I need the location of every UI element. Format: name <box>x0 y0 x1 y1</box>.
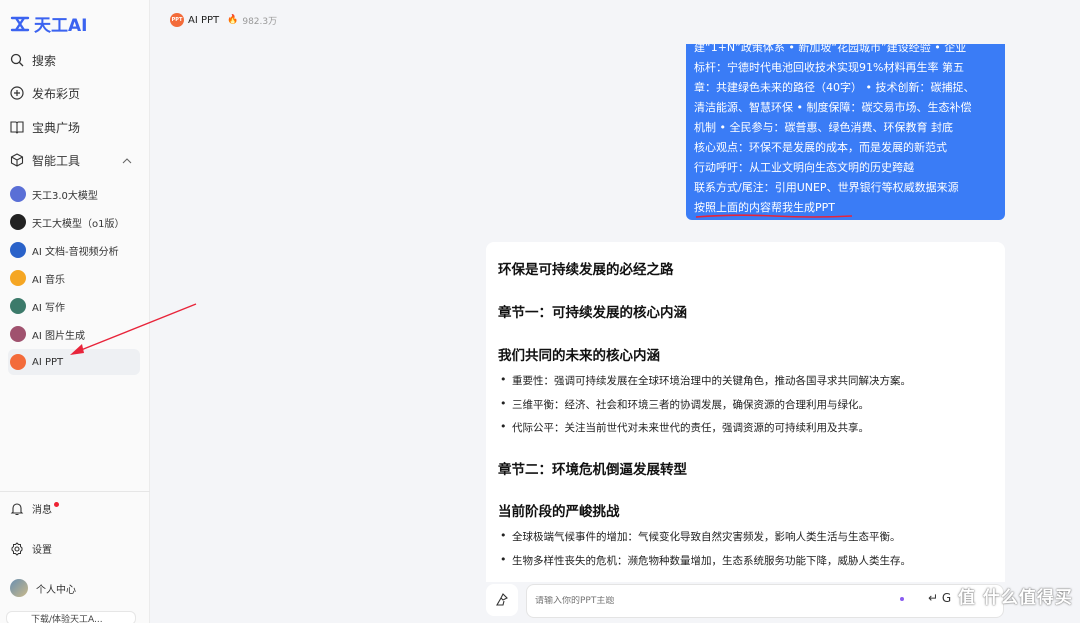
usage-count: 982.3万 <box>242 16 278 27</box>
tool-label: AI PPT <box>32 356 64 368</box>
bubble-line: 行动呼吁：从工业文明向生态文明的历史跨越 <box>694 161 914 174</box>
nav-library[interactable]: 宝典广场 <box>10 116 80 138</box>
doc-analysis-icon <box>10 242 26 258</box>
app-logo[interactable]: 天工AI <box>10 11 87 36</box>
tool-label: 天工大模型（o1版） <box>32 218 125 230</box>
plus-circle-icon <box>10 86 24 100</box>
fire-icon: 🔥 <box>227 15 239 25</box>
red-underline-annotation <box>695 214 853 218</box>
red-arrow-annotation <box>70 303 197 355</box>
download-banner-text: 下载/体验天工A... <box>31 615 103 623</box>
tiangong-logo-icon <box>10 16 30 31</box>
list-item: 生物多样性丧失的危机：濒危物种数量增加，生态系统服务功能下降，威胁人类生存。 <box>500 553 911 568</box>
nav-search[interactable]: 搜索 <box>10 49 56 71</box>
list-item: 三维平衡：经济、社会和环境三者的协调发展，确保资源的合理利用与绿化。 <box>500 397 869 412</box>
watermark-logo: 值 什么值得买 <box>958 588 1073 608</box>
nav-tools[interactable]: 智能工具 <box>10 149 80 171</box>
tool-tiangong-3[interactable]: 天工3.0大模型 <box>8 181 140 207</box>
bubble-line: 标杆：宁德时代电池回收技术实现91%材料再生率 第五 <box>694 61 964 74</box>
nav-settings-label: 设置 <box>32 545 52 556</box>
brush-icon <box>496 593 508 606</box>
tool-label: AI 文档-音视频分析 <box>32 246 119 258</box>
ai-ppt-icon <box>10 354 26 370</box>
bell-icon <box>10 502 24 515</box>
book-icon <box>10 121 24 134</box>
unread-dot <box>54 502 59 507</box>
nav-search-label: 搜索 <box>32 53 57 68</box>
cube-icon <box>10 153 24 167</box>
bubble-line: 联系方式/尾注：引用UNEP、世界银行等权威数据来源 <box>694 181 959 194</box>
ppt-logo-icon: PPT <box>170 13 184 27</box>
music-icon <box>10 270 26 286</box>
ai-answer-card: 环保是可持续发展的必经之路 章节一：可持续发展的核心内涵 我们共同的未来的核心内… <box>486 242 1005 582</box>
tool-tiangong-o1[interactable]: 天工大模型（o1版） <box>8 209 140 235</box>
nav-messages[interactable]: 消息 <box>10 501 52 516</box>
bubble-line: 核心观点：环保不是发展的成本，而是发展的新范式 <box>694 141 947 154</box>
avatar <box>10 579 28 597</box>
sidebar-divider <box>0 491 150 492</box>
answer-title: 环保是可持续发展的必经之路 <box>498 262 674 278</box>
chevron-up-icon[interactable] <box>122 156 132 166</box>
prompt-bar: ↵ G <box>486 582 1005 618</box>
nav-library-label: 宝典广场 <box>32 120 81 135</box>
tool-label: 天工3.0大模型 <box>32 190 98 202</box>
section-heading: 章节一：可持续发展的核心内涵 <box>498 305 687 321</box>
clear-context-button[interactable] <box>486 584 518 616</box>
tiangong-o1-icon <box>10 214 26 230</box>
prompt-input[interactable] <box>535 596 875 606</box>
list-item: 重要性：强调可持续发展在全球环境治理中的关键角色，推动各国寻求共同解决方案。 <box>500 373 911 388</box>
writing-icon <box>10 298 26 314</box>
nav-publish[interactable]: 发布彩页 <box>10 82 80 104</box>
download-banner[interactable]: 下载/体验天工A... <box>6 611 136 623</box>
page-header: PPT AI PPT 🔥 982.3万 <box>170 13 277 27</box>
bubble-line: 建“1+N”政策体系 • 新加坡“花园城市”建设经验 • 企业 <box>694 44 967 54</box>
tool-doc-analysis[interactable]: AI 文档-音视频分析 <box>8 237 140 263</box>
section-heading: 章节二：环境危机倒逼发展转型 <box>498 462 687 478</box>
bubble-line: 清洁能源、智慧环保 • 制度保障：碳交易市场、生态补偿 <box>694 101 972 114</box>
subsection-heading: 我们共同的未来的核心内涵 <box>498 348 660 364</box>
image-gen-icon <box>10 326 26 342</box>
nav-publish-label: 发布彩页 <box>32 86 81 101</box>
tool-label: AI 音乐 <box>32 274 65 286</box>
search-icon <box>10 53 24 67</box>
page-title: AI PPT <box>188 14 220 26</box>
nav-profile[interactable]: 个人中心 <box>10 579 76 597</box>
status-dot <box>900 597 904 601</box>
bubble-line: 章：共建绿色未来的路径（40字） • 技术创新：碳捕捉、 <box>694 81 975 94</box>
user-message-bubble: 建“1+N”政策体系 • 新加坡“花园城市”建设经验 • 企业 标杆：宁德时代电… <box>686 44 1005 220</box>
send-controls[interactable]: ↵ G <box>928 591 951 605</box>
list-item: 全球极端气候事件的增加：气候变化导致自然灾害频发，影响人类生活与生态平衡。 <box>500 529 900 544</box>
nav-messages-label: 消息 <box>32 505 52 516</box>
tiangong-3-icon <box>10 186 26 202</box>
subsection-heading: 当前阶段的严峻挑战 <box>498 504 620 520</box>
nav-tools-label: 智能工具 <box>32 153 81 168</box>
nav-settings[interactable]: 设置 <box>10 541 52 556</box>
bubble-line: 机制 • 全民参与：碳普惠、绿色消费、环保教育 封底 <box>694 121 953 134</box>
nav-profile-label: 个人中心 <box>36 584 76 596</box>
list-item: 代际公平：关注当前世代对未来世代的责任，强调资源的可持续利用及共享。 <box>500 420 869 435</box>
gear-icon <box>11 541 23 556</box>
tool-music[interactable]: AI 音乐 <box>8 265 140 291</box>
app-logo-text: 天工AI <box>34 16 88 36</box>
